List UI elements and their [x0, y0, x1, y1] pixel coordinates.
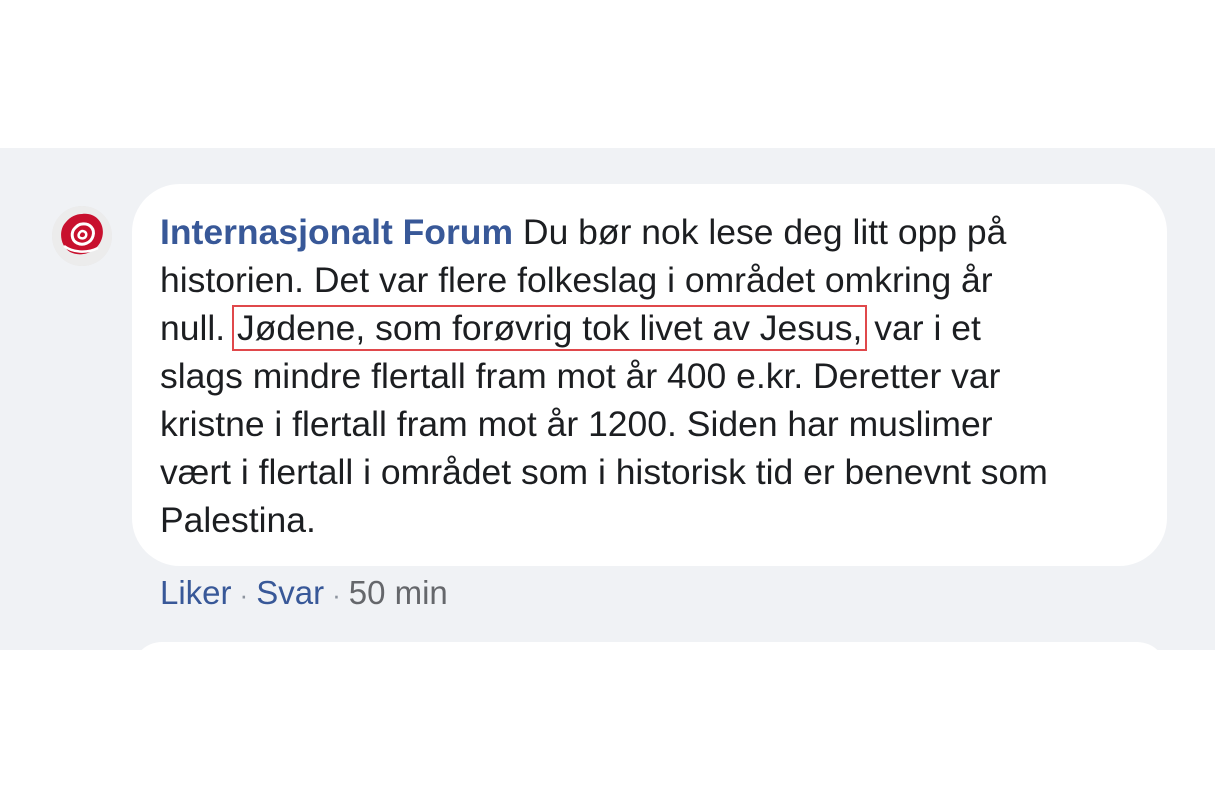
comment-line: Internasjonalt Forum Du bør nok lese deg…	[160, 208, 1150, 256]
timestamp[interactable]: 50 min	[349, 574, 448, 611]
comment-line: vært i flertall i området som i historis…	[160, 448, 1150, 496]
comment-text: slags mindre flertall fram mot år 400 e.…	[160, 356, 1001, 396]
like-button[interactable]: Liker	[160, 574, 232, 611]
comment-actions: Liker · Svar · 50 min	[160, 573, 448, 615]
comment-text: vært i flertall i området som i historis…	[160, 452, 1048, 492]
comment-line: historien. Det var flere folkeslag i omr…	[160, 256, 1150, 304]
comment-line: kristne i flertall fram mot år 1200. Sid…	[160, 400, 1150, 448]
comment-text: null.	[160, 308, 235, 348]
comment-bubble: Internasjonalt Forum Du bør nok lese deg…	[132, 184, 1167, 566]
reply-button[interactable]: Svar	[256, 574, 324, 611]
avatar[interactable]	[52, 206, 112, 266]
comment-text: var i et	[864, 308, 981, 348]
comment-text: Du bør nok lese deg litt opp på	[513, 212, 1007, 252]
comment-line: null. Jødene, som forøvrig tok livet av …	[160, 304, 1150, 352]
comment-text: historien. Det var flere folkeslag i omr…	[160, 260, 993, 300]
comment-line: Palestina.	[160, 496, 1150, 544]
separator: ·	[332, 580, 341, 610]
next-comment-bubble	[132, 642, 1167, 650]
comment-author-link[interactable]: Internasjonalt Forum	[160, 212, 513, 252]
comment-line: slags mindre flertall fram mot år 400 e.…	[160, 352, 1150, 400]
comment-text: kristne i flertall fram mot år 1200. Sid…	[160, 404, 993, 444]
comment-body: Internasjonalt Forum Du bør nok lese deg…	[160, 208, 1150, 544]
highlighted-text: Jødene, som forøvrig tok livet av Jesus,	[231, 305, 868, 351]
red-rose-logo-icon	[52, 206, 112, 266]
comment-text: Palestina.	[160, 500, 316, 540]
comment-section: Internasjonalt Forum Du bør nok lese deg…	[0, 148, 1215, 650]
separator: ·	[239, 580, 249, 610]
